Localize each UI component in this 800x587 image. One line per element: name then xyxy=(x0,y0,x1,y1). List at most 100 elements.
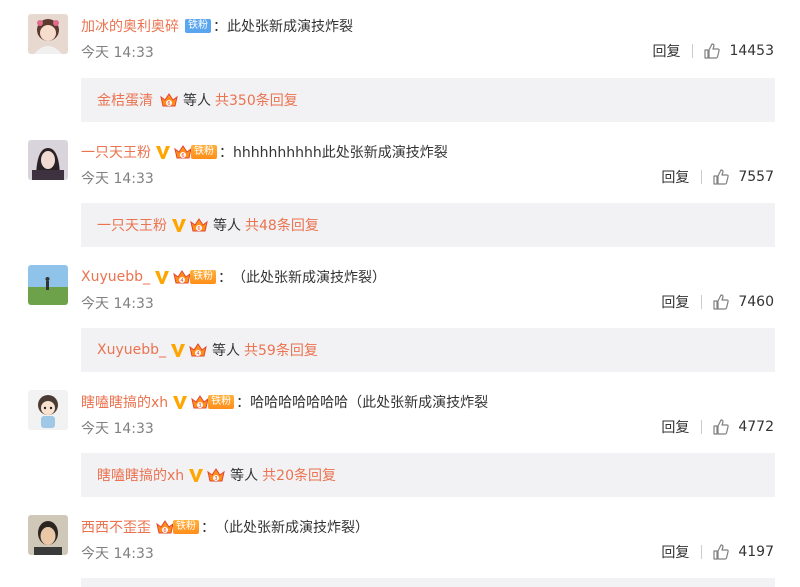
reply-username-link[interactable]: 一只天王粉 xyxy=(97,215,167,235)
crown-icon: 6 xyxy=(189,216,209,234)
username-link[interactable]: 西西不歪歪 xyxy=(81,517,151,537)
divider xyxy=(692,44,694,58)
comment-time: 今天 14:33 xyxy=(81,546,154,562)
reply-username-link[interactable]: 瞎嗑瞎搞的xh xyxy=(97,465,184,485)
crown-icon: 3 xyxy=(206,466,226,484)
thumbs-up-icon xyxy=(713,419,730,435)
tiefen-badge: 铁粉 xyxy=(173,520,199,534)
thumbs-up-icon xyxy=(704,43,721,59)
replies-summary: 金桔蛋清 6 等人 共350条回复 xyxy=(81,78,775,122)
comment-time: 今天 14:33 xyxy=(81,296,154,312)
more-replies-link[interactable]: 共20条回复 xyxy=(262,465,336,485)
colon: ： xyxy=(219,145,233,161)
colon: ： xyxy=(218,270,233,286)
reply-button[interactable]: 回复 xyxy=(661,417,689,437)
verified-v-icon xyxy=(171,217,187,233)
comment-actions: 回复 14453 xyxy=(652,41,774,61)
like-button[interactable]: 7557 xyxy=(712,168,774,186)
tiefen-badge: 铁粉 xyxy=(190,270,217,284)
tiefen-badge: 铁粉 xyxy=(208,395,235,409)
comment-time: 今天 14:33 xyxy=(81,421,154,437)
like-button[interactable]: 4197 xyxy=(712,543,774,561)
comment-actions: 回复 4197 xyxy=(661,542,774,562)
avatar-girl-icon[interactable] xyxy=(28,14,68,54)
avatar-portrait-icon[interactable] xyxy=(28,140,68,180)
comment-text: 哈哈哈哈哈哈哈（此处张新成演技炸裂 xyxy=(250,395,489,411)
comment-header: 一只天王粉 6 铁粉 ： hhhhhhhhhh此处张新成演技炸裂 xyxy=(81,140,448,164)
like-count: 4197 xyxy=(738,544,774,560)
colon: ： xyxy=(213,19,227,35)
verified-v-icon xyxy=(170,342,186,358)
reply-button[interactable]: 回复 xyxy=(661,542,689,562)
comment-text: （此处张新成演技炸裂） xyxy=(232,270,387,286)
comment-text: hhhhhhhhhh此处张新成演技炸裂 xyxy=(233,145,448,161)
verified-v-icon xyxy=(155,144,171,160)
thumbs-up-icon xyxy=(713,544,730,560)
tiefen-badge: 铁粉 xyxy=(185,19,211,33)
avatar-cartoon-icon[interactable] xyxy=(28,390,68,430)
reply-button[interactable]: 回复 xyxy=(652,41,680,61)
deng-text: 等人 xyxy=(213,218,241,234)
reply-username-link[interactable]: Xuyuebb_ xyxy=(97,342,166,358)
username-link[interactable]: Xuyuebb_ xyxy=(81,269,150,285)
divider xyxy=(701,295,703,309)
verified-v-icon xyxy=(188,467,204,483)
replies-summary: Xuyuebb_ 4 等人 共59条回复 xyxy=(81,328,775,372)
svg-text:6: 6 xyxy=(197,226,200,232)
colon: ： xyxy=(201,520,215,536)
replies-summary: 一只天王粉 6 等人 共48条回复 xyxy=(81,203,775,247)
like-button[interactable]: 14453 xyxy=(703,42,774,60)
more-replies-link[interactable]: 共350条回复 xyxy=(215,90,298,110)
replies-summary xyxy=(81,578,775,587)
comment-header: Xuyuebb_ 4 铁粉 ： （此处张新成演技炸裂） xyxy=(81,265,386,289)
deng-text: 等人 xyxy=(183,93,211,109)
verified-v-icon xyxy=(172,394,188,410)
crown-icon: 6 xyxy=(173,143,193,161)
like-button[interactable]: 7460 xyxy=(712,293,774,311)
verified-v-icon xyxy=(154,269,170,285)
svg-text:6: 6 xyxy=(181,153,184,159)
comment-actions: 回复 7460 xyxy=(661,292,774,312)
comment-actions: 回复 4772 xyxy=(661,417,774,437)
comment-text: 此处张新成演技炸裂 xyxy=(227,19,353,35)
like-count: 7557 xyxy=(738,169,774,185)
reply-username-link[interactable]: 金桔蛋清 xyxy=(97,90,153,110)
crown-icon: 6 xyxy=(159,91,179,109)
crown-icon: 3 xyxy=(190,393,210,411)
like-count: 4772 xyxy=(738,419,774,435)
comment-time: 今天 14:33 xyxy=(81,45,154,61)
comment-time: 今天 14:33 xyxy=(81,171,154,187)
crown-icon: 4 xyxy=(172,268,192,286)
more-replies-link[interactable]: 共48条回复 xyxy=(245,215,319,235)
colon: ： xyxy=(236,395,251,411)
svg-text:6: 6 xyxy=(163,528,166,534)
divider xyxy=(701,420,703,434)
thumbs-up-icon xyxy=(713,294,730,310)
crown-icon: 6 xyxy=(155,518,175,536)
username-link[interactable]: 一只天王粉 xyxy=(81,142,151,162)
thumbs-up-icon xyxy=(713,169,730,185)
like-button[interactable]: 4772 xyxy=(712,418,774,436)
avatar-field-icon[interactable] xyxy=(28,265,68,305)
username-link[interactable]: 瞎嗑瞎搞的xh xyxy=(81,392,168,412)
username-link[interactable]: 加冰的奥利奥碎 xyxy=(81,16,179,36)
replies-summary: 瞎嗑瞎搞的xh 3 等人 共20条回复 xyxy=(81,453,775,497)
svg-text:6: 6 xyxy=(167,101,170,107)
tiefen-badge: 铁粉 xyxy=(191,145,217,159)
svg-text:4: 4 xyxy=(180,278,183,284)
svg-text:3: 3 xyxy=(215,476,218,482)
deng-text: 等人 xyxy=(230,468,259,484)
reply-button[interactable]: 回复 xyxy=(661,167,689,187)
more-replies-link[interactable]: 共59条回复 xyxy=(244,340,318,360)
comment-actions: 回复 7557 xyxy=(661,167,774,187)
crown-icon: 4 xyxy=(188,341,208,359)
avatar-boy-icon[interactable] xyxy=(28,515,68,555)
like-count: 14453 xyxy=(729,43,774,59)
reply-button[interactable]: 回复 xyxy=(661,292,689,312)
divider xyxy=(701,545,703,559)
svg-text:3: 3 xyxy=(199,403,202,409)
comment-text: （此处张新成演技炸裂） xyxy=(215,520,369,536)
divider xyxy=(701,170,703,184)
comment-header: 加冰的奥利奥碎 铁粉 ： 此处张新成演技炸裂 xyxy=(81,14,353,38)
deng-text: 等人 xyxy=(212,343,241,359)
